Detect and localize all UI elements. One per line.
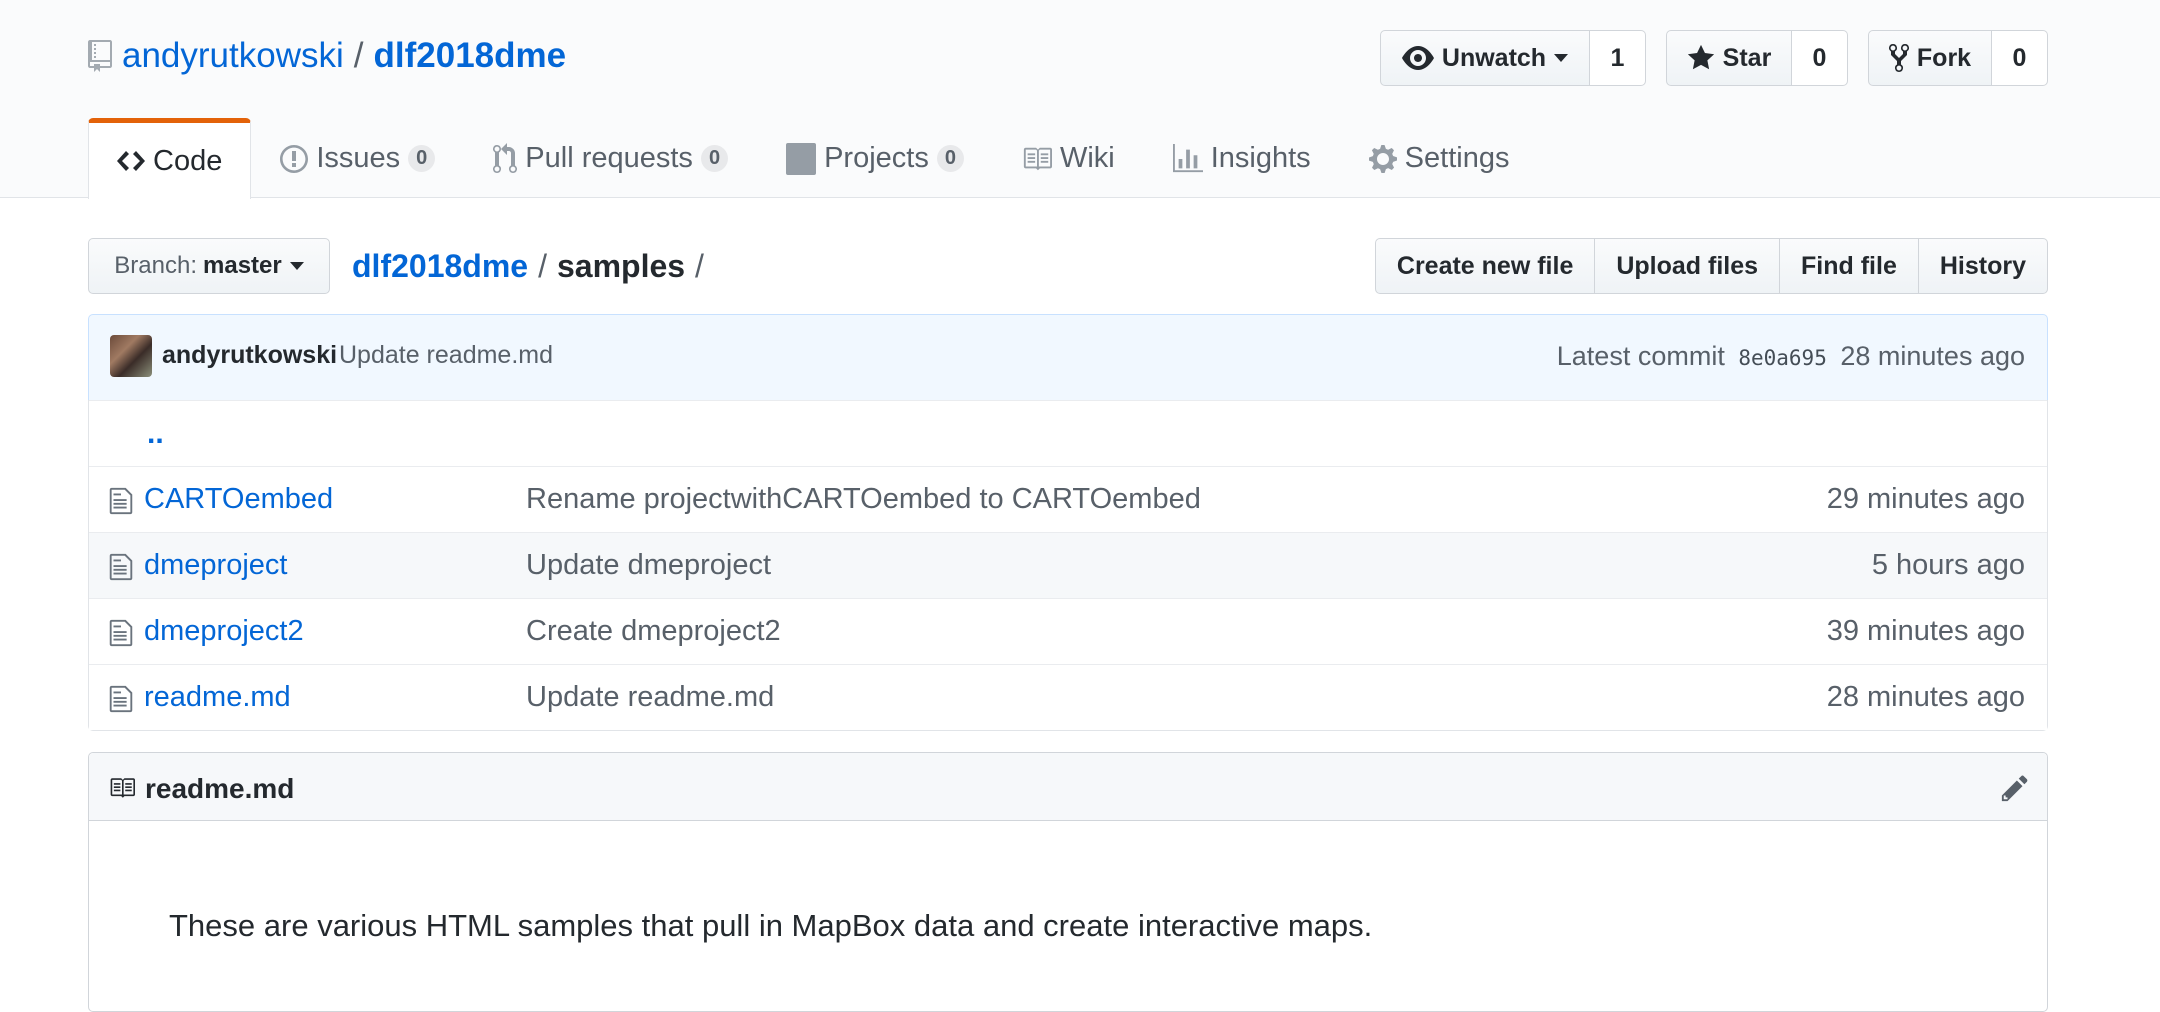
breadcrumb-separator: / (538, 247, 547, 284)
repo-icon (88, 40, 112, 72)
commit-sha-link[interactable]: 8e0a695 (1738, 346, 1827, 370)
commit-author-link[interactable]: andyrutkowski (162, 341, 337, 370)
commit-age: 28 minutes ago (1840, 341, 2025, 371)
pull-requests-counter: 0 (700, 145, 729, 172)
star-label: Star (1722, 43, 1772, 72)
pencil-icon[interactable] (2001, 773, 2029, 803)
file-icon (109, 685, 133, 713)
file-name-link[interactable]: dmeproject (144, 549, 287, 582)
table-row: dmeproject2 Create dmeproject2 39 minute… (89, 598, 2047, 664)
star-button[interactable]: Star (1666, 30, 1792, 86)
file-name-link[interactable]: readme.md (144, 681, 291, 714)
watch-group: Unwatch 1 (1380, 30, 1646, 86)
table-row: dmeproject Update dmeproject 5 hours ago (89, 532, 2047, 598)
chevron-down-icon (289, 262, 304, 270)
file-list: .. CARTOembed Rename projectwithCARTOemb… (88, 400, 2048, 731)
repo-header: andyrutkowski / dlf2018dme Unwatch 1 Sta… (0, 0, 2160, 199)
chevron-down-icon (1554, 54, 1569, 62)
file-age: 28 minutes ago (1826, 681, 2025, 713)
parent-directory-row: .. (89, 400, 2047, 466)
breadcrumb-current: samples (556, 247, 686, 284)
file-commit-message[interactable]: Create dmeproject2 (526, 615, 781, 648)
repo-nav: Code Issues 0 Pull requests 0 Projects 0 (88, 118, 1539, 199)
issue-icon (280, 144, 309, 173)
unwatch-button[interactable]: Unwatch (1380, 30, 1590, 86)
path-separator: / (353, 36, 364, 75)
latest-commit-bar: andyrutkowski Update readme.md Latest co… (88, 314, 2048, 401)
pull-request-icon (493, 142, 518, 173)
file-age: 29 minutes ago (1826, 483, 2025, 515)
table-row: readme.md Update readme.md 28 minutes ag… (89, 664, 2047, 730)
tab-pull-requests-label: Pull requests (525, 142, 693, 174)
parent-directory-link[interactable]: .. (147, 417, 164, 451)
file-icon (109, 553, 133, 581)
stargazers-count[interactable]: 0 (1792, 30, 1848, 86)
star-group: Star 0 (1666, 30, 1848, 86)
unwatch-label: Unwatch (1441, 43, 1547, 72)
tab-code[interactable]: Code (88, 118, 252, 199)
file-actions: Create new file Upload files Find file H… (1374, 238, 2048, 294)
tab-insights-label: Insights (1210, 142, 1311, 174)
breadcrumb-root-link[interactable]: dlf2018dme (352, 248, 528, 285)
book-icon (1023, 147, 1052, 170)
latest-commit-label: Latest commit (1556, 341, 1725, 371)
upload-files-button[interactable]: Upload files (1595, 238, 1781, 294)
file-name-link[interactable]: dmeproject2 (144, 615, 304, 648)
tab-insights[interactable]: Insights (1144, 118, 1340, 198)
tab-pull-requests[interactable]: Pull requests 0 (464, 118, 757, 198)
file-age: 5 hours ago (1871, 549, 2025, 581)
readme-header: readme.md (89, 753, 2047, 821)
commit-message-link[interactable]: Update readme.md (339, 341, 553, 370)
history-button[interactable]: History (1918, 238, 2048, 294)
find-file-button[interactable]: Find file (1780, 238, 1919, 294)
branch-label: Branch: (114, 252, 197, 279)
readme-title: readme.md (145, 773, 295, 804)
file-commit-message[interactable]: Update dmeproject (526, 549, 771, 582)
fork-icon (1888, 43, 1909, 73)
tab-issues[interactable]: Issues 0 (251, 118, 464, 198)
tab-settings[interactable]: Settings (1340, 118, 1539, 198)
tab-wiki[interactable]: Wiki (993, 118, 1144, 198)
file-commit-message[interactable]: Rename projectwithCARTOembed to CARTOemb… (526, 483, 1201, 516)
branch-select-button[interactable]: Branch: master (88, 238, 330, 294)
project-icon (786, 142, 817, 175)
file-name-link[interactable]: CARTOembed (144, 483, 333, 516)
avatar[interactable] (110, 335, 152, 377)
tab-settings-label: Settings (1404, 142, 1510, 174)
tab-projects[interactable]: Projects 0 (757, 118, 993, 198)
commit-meta: Latest commit 8e0a695 28 minutes ago (1557, 341, 2025, 372)
repo-name-link[interactable]: dlf2018dme (374, 36, 567, 76)
graph-icon (1172, 143, 1203, 172)
code-icon (117, 151, 145, 171)
tab-wiki-label: Wiki (1059, 142, 1115, 174)
file-icon (109, 619, 133, 647)
breadcrumb-separator: / (695, 247, 704, 284)
file-navigation: Branch: master dlf2018dme / samples / Cr… (88, 238, 2048, 294)
gear-icon (1368, 144, 1397, 173)
issues-counter: 0 (408, 145, 436, 172)
readme-panel: readme.md These are various HTML samples… (88, 752, 2048, 1012)
fork-label: Fork (1916, 43, 1972, 72)
create-new-file-button[interactable]: Create new file (1374, 238, 1596, 294)
forks-count[interactable]: 0 (1992, 30, 2048, 86)
repo-owner-link[interactable]: andyrutkowski (122, 36, 344, 76)
tab-code-label: Code (153, 144, 223, 177)
tab-projects-label: Projects (824, 142, 929, 174)
table-row: CARTOembed Rename projectwithCARTOembed … (89, 466, 2047, 532)
star-icon (1687, 44, 1714, 70)
file-age: 39 minutes ago (1826, 615, 2025, 647)
file-icon (109, 487, 133, 515)
file-commit-message[interactable]: Update readme.md (526, 681, 774, 714)
projects-counter: 0 (936, 145, 964, 172)
tab-issues-label: Issues (316, 142, 401, 174)
readme-body: These are various HTML samples that pull… (169, 908, 1373, 943)
repo-title: andyrutkowski / dlf2018dme (88, 32, 566, 80)
eye-icon (1401, 46, 1434, 70)
fork-button[interactable]: Fork (1868, 30, 1992, 86)
book-icon (110, 778, 135, 798)
branch-value: master (203, 252, 282, 279)
fork-group: Fork 0 (1868, 30, 2048, 86)
watchers-count[interactable]: 1 (1590, 30, 1646, 86)
breadcrumb: dlf2018dme / samples / (352, 238, 714, 294)
